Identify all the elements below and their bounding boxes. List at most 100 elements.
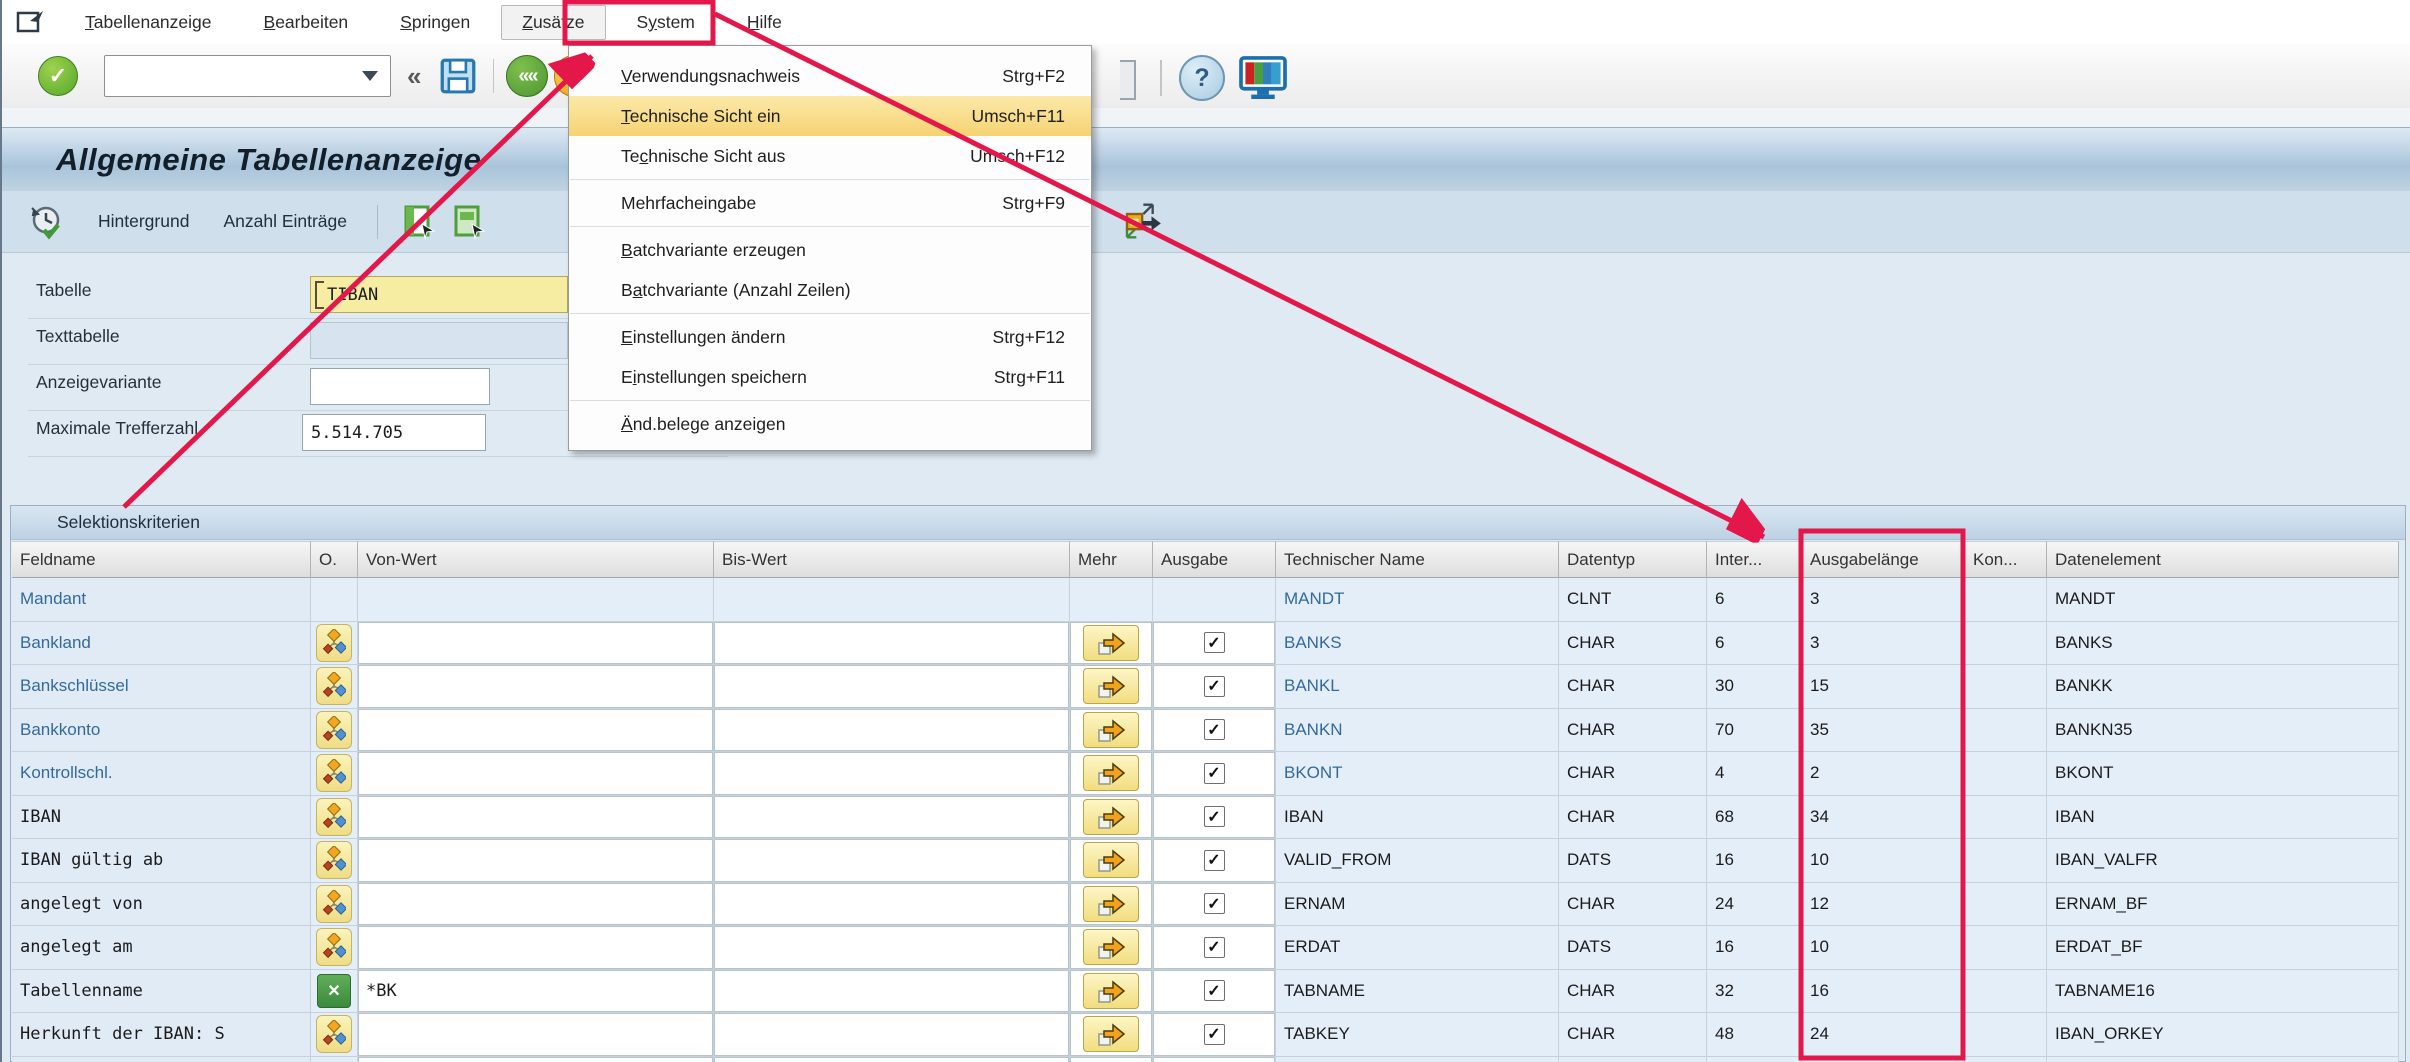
col-bis-wert[interactable]: Bis-Wert (714, 541, 1070, 578)
ausgabe-checkbox[interactable]: ✓ (1204, 850, 1225, 871)
multiple-selection-icon[interactable] (316, 754, 352, 792)
more-arrow-icon[interactable] (1083, 799, 1139, 835)
menu-item-technische-sicht-ein[interactable]: Technische Sicht ein Umsch+F11 (569, 96, 1091, 136)
menu-springen[interactable]: Springen (379, 5, 491, 40)
hintergrund-button[interactable]: Hintergrund (98, 211, 189, 232)
menu-item-batchvariante-anzahl-zeilen[interactable]: Batchvariante (Anzahl Zeilen) (569, 270, 1091, 310)
help-icon[interactable]: ? (1179, 55, 1225, 101)
von-wert-cell[interactable] (358, 839, 714, 883)
multiple-selection-icon[interactable] (316, 928, 352, 966)
ausgabe-checkbox[interactable]: ✓ (1204, 763, 1225, 784)
multiple-selection-icon[interactable] (316, 841, 352, 879)
exclude-pattern-icon[interactable]: ✕ (317, 974, 351, 1008)
col-kon[interactable]: Kon... (1965, 541, 2047, 578)
menu-item-einstellungen-aendern[interactable]: Einstellungen ändern Strg+F12 (569, 317, 1091, 357)
save-icon[interactable] (437, 55, 479, 97)
col-von-wert[interactable]: Von-Wert (358, 541, 714, 578)
von-wert-cell[interactable] (358, 752, 714, 796)
field-label[interactable]: Kontrollschl. (20, 763, 113, 783)
anzahl-eintraege-button[interactable]: Anzahl Einträge (223, 211, 347, 232)
more-arrow-icon[interactable] (1083, 973, 1139, 1009)
ausgabe-checkbox[interactable]: ✓ (1204, 937, 1225, 958)
field-label[interactable]: Bankschlüssel (20, 676, 129, 696)
field-label[interactable]: Mandant (20, 589, 86, 609)
more-arrow-icon[interactable] (1083, 842, 1139, 878)
tabelle-field[interactable]: TIBAN (310, 276, 568, 313)
multiple-selection-icon[interactable] (316, 624, 352, 662)
menu-item-einstellungen-speichern[interactable]: Einstellungen speichern Strg+F11 (569, 357, 1091, 397)
bis-wert-cell[interactable] (714, 839, 1070, 883)
menu-zusaetze[interactable]: Zusätze (501, 5, 605, 40)
more-arrow-icon[interactable] (1083, 668, 1139, 704)
menu-item-aend-belege-anzeigen[interactable]: Änd.belege anzeigen (569, 404, 1091, 444)
back-chevron-icon[interactable]: « (407, 61, 421, 92)
ausgabe-checkbox[interactable]: ✓ (1204, 893, 1225, 914)
technical-name[interactable]: BANKN (1284, 720, 1343, 740)
bis-wert-cell[interactable] (714, 665, 1070, 709)
col-feldname[interactable]: Feldname (12, 541, 311, 578)
technical-name[interactable]: BANKL (1284, 676, 1340, 696)
bis-wert-cell[interactable] (714, 970, 1070, 1014)
select-block-icon[interactable] (452, 204, 488, 240)
bis-wert-cell[interactable] (714, 752, 1070, 796)
ausgabe-checkbox[interactable]: ✓ (1204, 1024, 1225, 1045)
technical-name[interactable]: MANDT (1284, 589, 1344, 609)
menu-hilfe[interactable]: Hilfe (726, 5, 803, 40)
bis-wert-cell[interactable] (714, 796, 1070, 840)
ausgabe-checkbox[interactable]: ✓ (1204, 632, 1225, 653)
technical-name[interactable]: BKONT (1284, 763, 1343, 783)
menu-bearbeiten[interactable]: Bearbeiten (243, 5, 370, 40)
execute-clock-icon[interactable] (28, 204, 64, 240)
choose-detail-icon[interactable] (1120, 202, 1162, 240)
more-arrow-icon[interactable] (1083, 886, 1139, 922)
multiple-selection-icon[interactable] (316, 885, 352, 923)
select-all-icon[interactable] (402, 204, 438, 240)
maximale-trefferzahl-field[interactable]: 5.514.705 (302, 414, 486, 451)
multiple-selection-icon[interactable] (316, 667, 352, 705)
von-wert-cell[interactable] (358, 665, 714, 709)
command-field[interactable] (104, 55, 391, 97)
sap-window-icon[interactable] (16, 9, 46, 35)
field-label[interactable]: Bankkonto (20, 720, 100, 740)
col-o[interactable]: O. (311, 541, 358, 578)
navigate-back-icon[interactable]: «« (506, 55, 548, 97)
menu-item-mehrfacheingabe[interactable]: Mehrfacheingabe Strg+F9 (569, 183, 1091, 223)
ausgabe-checkbox[interactable]: ✓ (1204, 676, 1225, 697)
menu-tabellenanzeige[interactable]: Tabellenanzeige (64, 5, 233, 40)
von-wert-cell[interactable] (358, 883, 714, 927)
ausgabe-checkbox[interactable]: ✓ (1204, 980, 1225, 1001)
field-label[interactable]: Bankland (20, 633, 91, 653)
technical-name[interactable]: BANKS (1284, 633, 1342, 653)
more-arrow-icon[interactable] (1083, 755, 1139, 791)
bis-wert-cell[interactable] (714, 622, 1070, 666)
enter-check-icon[interactable]: ✓ (38, 56, 78, 96)
bis-wert-cell[interactable] (714, 1013, 1070, 1057)
von-wert-cell[interactable] (358, 622, 714, 666)
col-technischer-name[interactable]: Technischer Name (1276, 541, 1559, 578)
col-ausgabe[interactable]: Ausgabe (1153, 541, 1276, 578)
col-datentyp[interactable]: Datentyp (1559, 541, 1707, 578)
menu-item-batchvariante-erzeugen[interactable]: Batchvariante erzeugen (569, 230, 1091, 270)
new-session-monitor-icon[interactable] (1238, 55, 1288, 99)
multiple-selection-icon[interactable] (316, 1015, 352, 1053)
bis-wert-cell[interactable] (714, 926, 1070, 970)
ausgabe-checkbox[interactable]: ✓ (1204, 719, 1225, 740)
von-wert-cell[interactable]: *BK (358, 970, 714, 1014)
multiple-selection-icon[interactable] (316, 711, 352, 749)
col-interne-laenge[interactable]: Inter... (1707, 541, 1802, 578)
bis-wert-cell[interactable] (714, 883, 1070, 927)
von-wert-cell[interactable] (358, 796, 714, 840)
menu-item-verwendungsnachweis[interactable]: Verwendungsnachweis Strg+F2 (569, 56, 1091, 96)
von-wert-cell[interactable] (358, 926, 714, 970)
ausgabe-checkbox[interactable]: ✓ (1204, 806, 1225, 827)
command-field-dropdown-icon[interactable] (362, 71, 378, 81)
von-wert-cell[interactable] (358, 709, 714, 753)
menu-item-technische-sicht-aus[interactable]: Technische Sicht aus Umsch+F12 (569, 136, 1091, 176)
bis-wert-cell[interactable] (714, 709, 1070, 753)
more-arrow-icon[interactable] (1083, 625, 1139, 661)
col-datenelement[interactable]: Datenelement (2047, 541, 2399, 578)
more-arrow-icon[interactable] (1083, 712, 1139, 748)
menu-system[interactable]: System (616, 5, 716, 40)
col-ausgabelaenge[interactable]: Ausgabelänge (1802, 541, 1965, 578)
col-mehr[interactable]: Mehr (1070, 541, 1153, 578)
